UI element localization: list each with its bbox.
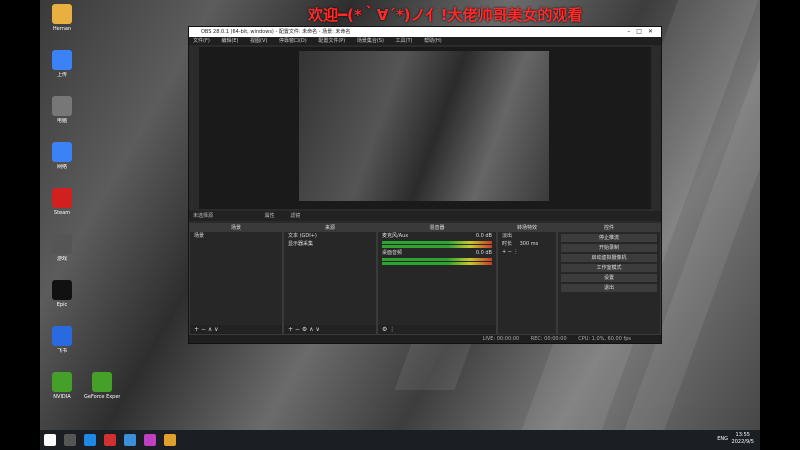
scene-item[interactable]: 场景 — [190, 232, 282, 240]
desktop-icon-nvidia[interactable]: NVIDIA — [44, 370, 80, 414]
start-icon[interactable] — [44, 434, 56, 446]
source-item[interactable]: 显示器采集 — [284, 240, 376, 248]
mixer-dock-footer[interactable]: ⚙ ⋮ — [378, 325, 496, 334]
sources-dock: 来源 文本 (GDI+) 显示器采集 + − ⚙ ∧ ∨ — [283, 223, 377, 335]
transitions-dock-title: 转场特效 — [498, 224, 556, 232]
menu-profile[interactable]: 配置文件(P) — [318, 38, 345, 44]
stream-banner-text: 欢迎━(*｀∀´*)ノ亻!大佬帅哥美女的观看 — [308, 6, 583, 24]
desktop-icon-geforce[interactable]: GeForce Experience — [84, 370, 120, 414]
obs-taskbar-icon[interactable] — [144, 434, 156, 446]
desktop-icon-epic[interactable]: Epic — [44, 278, 80, 322]
studio-mode-button[interactable]: 工作室模式 — [561, 264, 657, 272]
search-icon[interactable] — [64, 434, 76, 446]
window-controls[interactable]: –□✕ — [627, 27, 659, 37]
duration-input[interactable]: 300 ms — [520, 241, 539, 247]
upload-icon — [52, 50, 72, 70]
menu-help[interactable]: 帮助(H) — [424, 38, 442, 44]
menu-edit[interactable]: 编辑(E) — [221, 38, 238, 44]
volume-meter — [382, 262, 492, 265]
computer-icon — [52, 96, 72, 116]
filters-button[interactable]: 滤镜 — [290, 213, 300, 219]
clock[interactable]: 13:55 2022/9/5 — [732, 432, 754, 446]
settings-button[interactable]: 设置 — [561, 274, 657, 282]
volume-meter — [382, 245, 492, 248]
edge-icon[interactable] — [84, 434, 96, 446]
game-icon — [52, 234, 72, 254]
obs-menubar: 文件(F) 编辑(E) 视图(V) 停靠窗口(D) 配置文件(P) 场景集合(S… — [189, 37, 661, 45]
network-icon — [52, 142, 72, 162]
folder-icon — [52, 4, 72, 24]
nvidia-icon — [52, 372, 72, 392]
scenes-dock: 场景 场景 + − ∧ ∨ — [189, 223, 283, 335]
clock-time: 13:55 — [735, 432, 750, 438]
stop-streaming-button[interactable]: 停止推流 — [561, 234, 657, 242]
folder-icon[interactable] — [164, 434, 176, 446]
obs-preview[interactable] — [199, 47, 651, 209]
desktop-icon-upload[interactable]: 上传 — [44, 48, 80, 92]
no-source-selected-label: 未选择源 — [193, 213, 214, 219]
rec-status: REC: 00:00:00 — [530, 336, 567, 342]
sources-dock-footer[interactable]: + − ⚙ ∧ ∨ — [284, 325, 376, 334]
menu-view[interactable]: 视图(V) — [250, 38, 267, 44]
desktop-icon-games[interactable]: 游戏 — [44, 232, 80, 276]
desktop-icon-computer[interactable]: 电脑 — [44, 94, 80, 138]
cpu-status: CPU: 1.0%, 60.00 fps — [578, 336, 631, 342]
input-language[interactable]: ENG — [717, 436, 728, 442]
volume-meter — [382, 241, 492, 244]
sources-dock-title: 来源 — [284, 224, 376, 232]
start-virtual-camera-button[interactable]: 启动虚拟摄像机 — [561, 254, 657, 262]
preview-capture — [299, 51, 549, 201]
transition-duration-row: 时长 300 ms — [498, 240, 556, 248]
obs-titlebar[interactable]: OBS 28.0.1 (64-bit, windows) - 配置文件: 未命名… — [189, 27, 661, 37]
menu-docks[interactable]: 停靠窗口(D) — [279, 38, 307, 44]
file-explorer-icon[interactable] — [124, 434, 136, 446]
app-icon[interactable] — [104, 434, 116, 446]
obs-statusbar: LIVE: 00:00:00 REC: 00:00:00 CPU: 1.0%, … — [189, 335, 661, 343]
obs-window[interactable]: OBS 28.0.1 (64-bit, windows) - 配置文件: 未命名… — [188, 26, 662, 344]
menu-file[interactable]: 文件(F) — [193, 38, 210, 44]
transitions-dock: 转场特效 淡出 时长 300 ms + − ⋮ — [497, 223, 557, 335]
desktop-icon-feishu[interactable]: 飞书 — [44, 324, 80, 368]
geforce-icon — [92, 372, 112, 392]
epic-games-icon — [52, 280, 72, 300]
menu-tools[interactable]: 工具(T) — [396, 38, 413, 44]
transition-add-remove[interactable]: + − ⋮ — [498, 248, 556, 256]
menu-scene-collection[interactable]: 场景集合(S) — [357, 38, 384, 44]
live-status: LIVE: 00:00:00 — [482, 336, 520, 342]
transition-type-select[interactable]: 淡出 — [498, 232, 556, 240]
source-item[interactable]: 文本 (GDI+) — [284, 232, 376, 240]
controls-dock: 控件 停止推流 开始录制 启动虚拟摄像机 工作室模式 设置 退出 — [557, 223, 661, 335]
desktop-icon-hernan[interactable]: Hernan — [44, 2, 80, 46]
desktop-icon-network[interactable]: 网络 — [44, 140, 80, 184]
feishu-icon — [52, 326, 72, 346]
obs-title: OBS 28.0.1 (64-bit, windows) - 配置文件: 未命名… — [201, 29, 351, 35]
clock-date: 2022/9/5 — [731, 439, 754, 445]
scenes-dock-title: 场景 — [190, 224, 282, 232]
desktop-icon-steam[interactable]: Steam — [44, 186, 80, 230]
duration-label: 时长 — [502, 241, 513, 247]
audio-mixer-title: 混音器 — [378, 224, 496, 232]
desktop: 欢迎━(*｀∀´*)ノ亻!大佬帅哥美女的观看 Hernan 上传 电脑 网络 S… — [40, 0, 760, 450]
controls-dock-title: 控件 — [558, 224, 660, 232]
taskbar: ENG 13:55 2022/9/5 — [40, 430, 760, 450]
exit-button[interactable]: 退出 — [561, 284, 657, 292]
properties-button[interactable]: 属性 — [265, 213, 275, 219]
audio-mixer-dock: 混音器 麦克风/Aux 0.0 dB 桌面音频 0.0 dB ⚙ ⋮ — [377, 223, 497, 335]
scenes-dock-footer[interactable]: + − ∧ ∨ — [190, 325, 282, 334]
steam-icon — [52, 188, 72, 208]
volume-meter — [382, 258, 492, 261]
start-recording-button[interactable]: 开始录制 — [561, 244, 657, 252]
source-toolbar: 未选择源 属性 滤镜 — [189, 211, 661, 221]
